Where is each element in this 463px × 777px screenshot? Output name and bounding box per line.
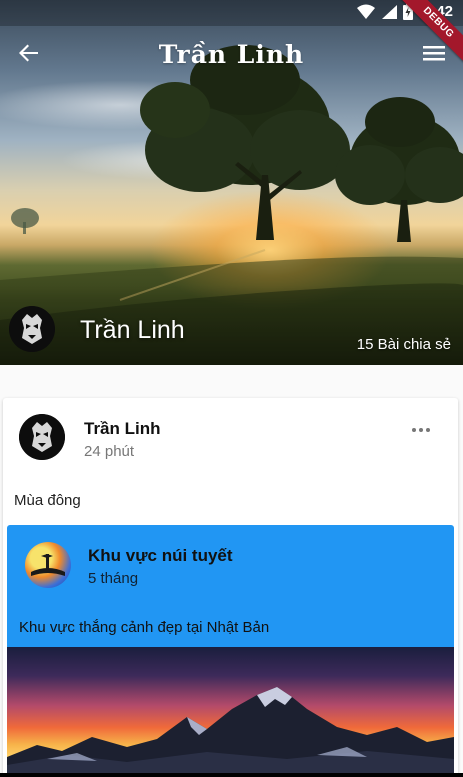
wifi-icon <box>356 4 375 20</box>
post-author-avatar[interactable] <box>19 414 65 460</box>
more-horizontal-icon <box>412 428 416 432</box>
post-card: Trần Linh 24 phút Mùa đông Khu vực núi t… <box>3 398 458 777</box>
shared-post-image[interactable] <box>7 647 454 777</box>
avatar[interactable] <box>9 306 55 352</box>
app-bar: Trần Linh <box>0 26 463 84</box>
samurai-avatar-icon <box>9 306 55 352</box>
landscape-logo-icon <box>31 554 65 576</box>
hamburger-menu-icon <box>423 44 445 67</box>
shared-post-title[interactable]: Khu vực núi tuyết <box>88 546 233 566</box>
samurai-avatar-icon <box>19 414 65 460</box>
shared-post-timestamp: 5 tháng <box>88 570 139 587</box>
share-count: 15 Bài chia sẻ <box>356 336 451 353</box>
status-bar: 7:42 <box>0 0 463 26</box>
shared-page-avatar[interactable] <box>25 542 71 588</box>
page-title: Trần Linh <box>158 40 305 69</box>
more-options-button[interactable] <box>412 428 430 432</box>
cell-signal-icon <box>381 4 397 20</box>
mountain-image <box>7 687 454 777</box>
post-author-name[interactable]: Trần Linh <box>84 419 161 439</box>
profile-name: Trần Linh <box>80 316 185 344</box>
system-nav-bar <box>0 773 463 777</box>
cover-shade <box>0 285 463 365</box>
shared-post-text: Khu vực thắng cảnh đẹp tại Nhật Bản <box>19 619 270 636</box>
post-timestamp: 24 phút <box>84 443 135 460</box>
profile-cover: 7:42 DEBUG Trần Linh Trần Linh 15 Bài ch… <box>0 0 463 365</box>
shared-post-card[interactable]: Khu vực núi tuyết 5 tháng Khu vực thắng … <box>7 525 454 777</box>
post-text: Mùa đông <box>14 492 81 509</box>
menu-button[interactable] <box>419 40 449 70</box>
